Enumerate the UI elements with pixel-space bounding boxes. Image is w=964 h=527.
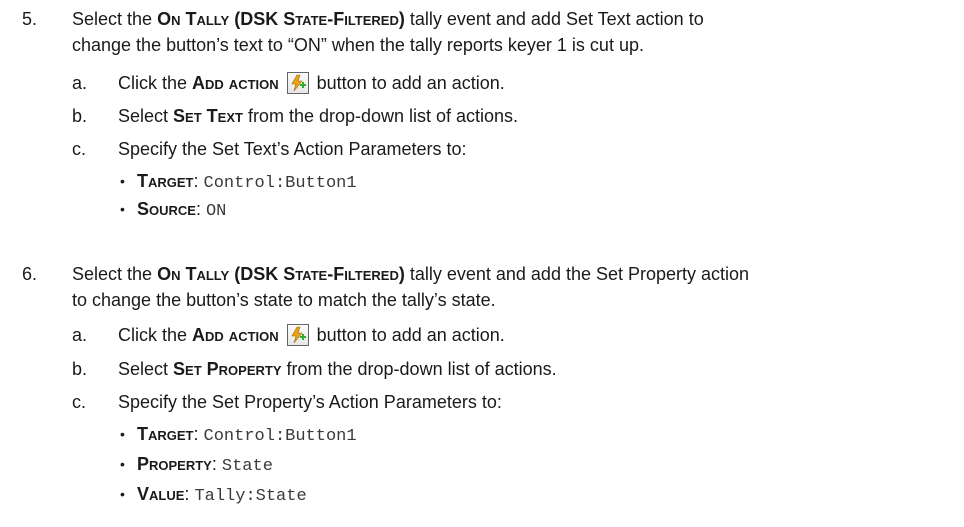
parameter-value: Control:Button1 xyxy=(203,174,357,193)
add-action-label: Add action xyxy=(192,73,279,93)
tally-event-name: On Tally (DSK State-Filtered) xyxy=(157,9,405,29)
tally-event-name: On Tally (DSK State-Filtered) xyxy=(157,264,405,284)
add-action-icon xyxy=(286,72,309,94)
substep-text: button to add an action. xyxy=(311,73,505,93)
substep-letter: a. xyxy=(72,325,88,345)
parameter-label: Target xyxy=(137,171,194,191)
step-text: change the button’s text to “ON” when th… xyxy=(72,35,644,55)
step-text: Select the xyxy=(72,9,158,29)
action-name: Set Property xyxy=(173,359,282,379)
substep-text: from the drop-down list of actions. xyxy=(281,359,557,379)
substep-text: Specify the Set Property’s Action Parame… xyxy=(118,392,502,412)
action-name: Set Text xyxy=(173,106,243,126)
parameter-label: Property xyxy=(137,454,212,474)
parameter-value: State xyxy=(221,457,273,476)
bullet-icon: • xyxy=(120,201,125,217)
substep-text: Click the xyxy=(118,325,193,345)
bullet-icon: • xyxy=(120,173,125,189)
step-text: tally event and add Set Text action to xyxy=(404,9,704,29)
substep-letter: b. xyxy=(72,359,88,379)
add-action-label: Add action xyxy=(192,325,279,345)
parameter-value: Control:Button1 xyxy=(203,427,357,446)
substep-text: button to add an action. xyxy=(311,325,505,345)
substep-text: from the drop-down list of actions. xyxy=(242,106,519,126)
parameter-label: Source xyxy=(137,199,196,219)
substep-text: Click the xyxy=(118,73,193,93)
bullet-icon: • xyxy=(120,456,125,472)
step-text: Select the xyxy=(72,264,158,284)
parameter-value: ON xyxy=(205,202,227,221)
bullet-icon: • xyxy=(120,486,125,502)
step-number: 6. xyxy=(22,264,38,284)
step-number: 5. xyxy=(22,9,38,29)
substep-letter: a. xyxy=(72,73,88,93)
substep-letter: b. xyxy=(72,106,88,126)
substep-letter: c. xyxy=(72,139,87,159)
parameter-value: Tally:State xyxy=(194,487,307,506)
bullet-icon: • xyxy=(120,426,125,442)
parameter-label: Target xyxy=(137,424,194,444)
substep-text: Select xyxy=(118,359,174,379)
substep-text: Specify the Set Text’s Action Parameters… xyxy=(118,139,467,159)
parameter-label: Value xyxy=(137,484,185,504)
step-text: tally event and add the Set Property act… xyxy=(404,264,750,284)
add-action-icon xyxy=(286,324,309,346)
substep-letter: c. xyxy=(72,392,87,412)
step-text: to change the button’s state to match th… xyxy=(72,290,496,310)
substep-text: Select xyxy=(118,106,174,126)
